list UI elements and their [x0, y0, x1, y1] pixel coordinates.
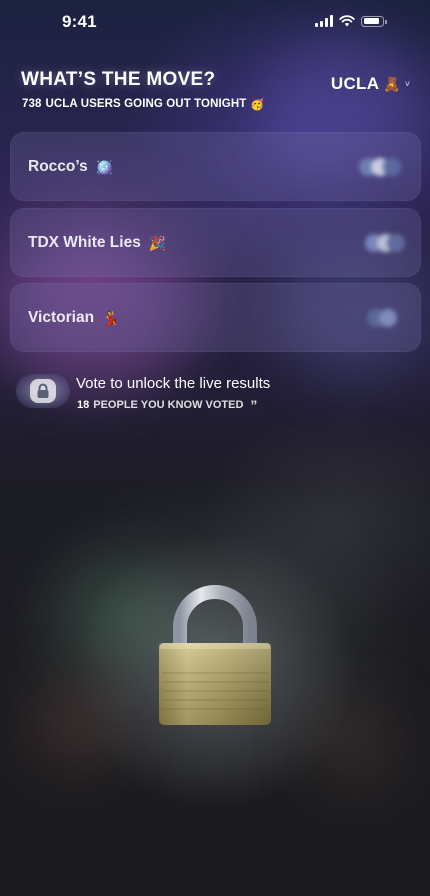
option-label: Rocco’s 🪩 [28, 158, 113, 176]
unlock-results-prompt[interactable]: Vote to unlock the live results 18 PEOPL… [16, 370, 346, 414]
teddy-bear-icon: 🧸 [383, 75, 401, 92]
battery-icon [361, 15, 387, 27]
party-face-icon: 🥳 [250, 99, 265, 111]
option-name: TDX White Lies [28, 234, 141, 251]
vote-option-tdx-white-lies[interactable]: TDX White Lies 🎉 [10, 208, 421, 277]
voter-avatars [355, 232, 405, 254]
vote-option-roccos[interactable]: Rocco’s 🪩 [10, 132, 421, 201]
padlock-icon [159, 585, 271, 725]
option-label: Victorian 💃 [28, 309, 119, 327]
going-out-count: 738 [22, 98, 42, 110]
quote-icon: ” [250, 397, 258, 413]
going-out-text: UCLA USERS GOING OUT TONIGHT [45, 98, 247, 110]
voted-friends-count: 18 [77, 399, 90, 411]
party-popper-icon: 🎉 [148, 234, 167, 251]
dancer-icon: 💃 [102, 309, 120, 326]
vote-prompt-subtitle: 18 PEOPLE YOU KNOW VOTED ” [77, 397, 258, 413]
voter-avatars [355, 307, 405, 329]
option-name: Victorian [28, 309, 95, 326]
page-title: WHAT’S THE MOVE? [21, 69, 216, 90]
lock-icon [30, 379, 56, 403]
option-name: Rocco’s [28, 158, 88, 175]
disco-ball-icon: 🪩 [95, 158, 114, 175]
app-screen: 9:41 WHAT’S THE MOVE? 738 UCLA USERS GOI… [0, 0, 430, 896]
vote-prompt-title: Vote to unlock the live results [76, 375, 271, 392]
status-icons [315, 15, 387, 27]
voter-avatars [355, 156, 405, 178]
vote-option-victorian[interactable]: Victorian 💃 [10, 283, 421, 352]
status-bar: 9:41 [0, 0, 430, 44]
school-name: UCLA [330, 74, 380, 93]
wifi-icon [339, 15, 355, 27]
going-out-summary: 738 UCLA USERS GOING OUT TONIGHT 🥳 [22, 97, 265, 111]
school-selector[interactable]: UCLA 🧸 ˅ [331, 74, 410, 94]
cellular-signal-icon [315, 15, 333, 27]
status-time: 9:41 [62, 12, 97, 31]
voted-friends-text: PEOPLE YOU KNOW VOTED [93, 399, 244, 411]
chevron-down-icon: ˅ [404, 79, 410, 89]
lock-badge [16, 374, 70, 408]
option-label: TDX White Lies 🎉 [28, 234, 166, 252]
